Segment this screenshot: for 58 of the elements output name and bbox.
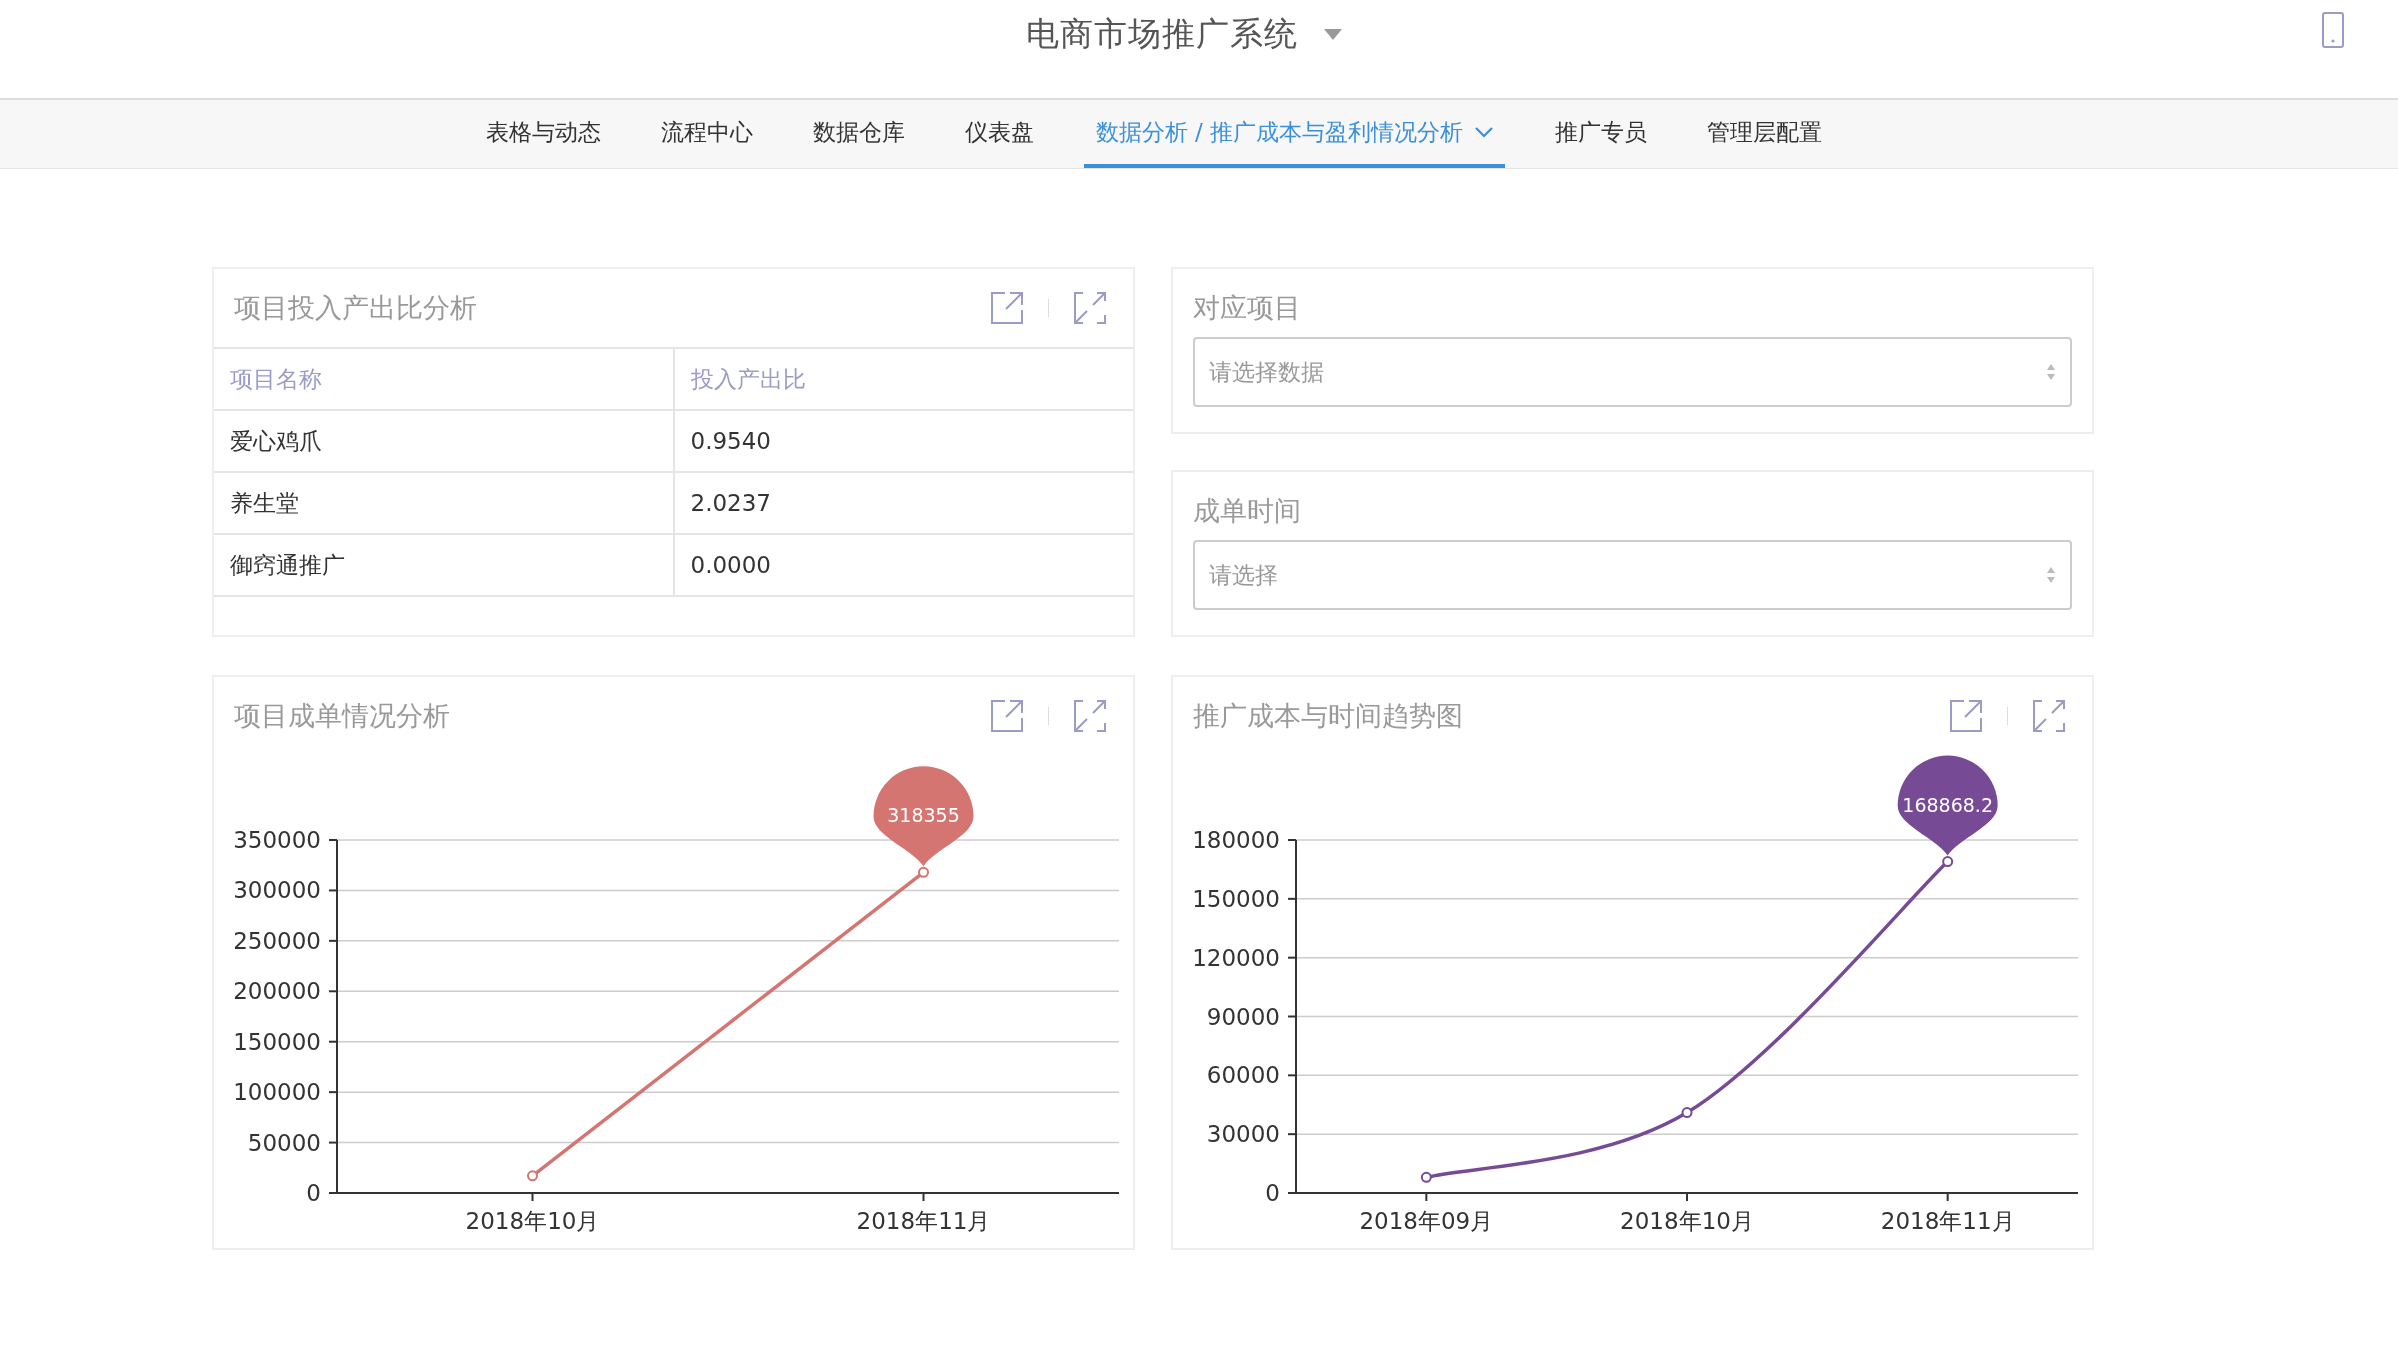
open-external-icon[interactable] xyxy=(1949,699,1983,733)
y-tick-label: 0 xyxy=(306,1180,321,1206)
y-tick-label: 250000 xyxy=(233,927,321,954)
x-tick-label: 2018年10月 xyxy=(1620,1208,1754,1234)
card-title: 项目成单情况分析 xyxy=(234,699,450,733)
y-tick-label: 100000 xyxy=(233,1079,321,1106)
y-tick-label: 50000 xyxy=(247,1129,321,1156)
y-tick-label: 60000 xyxy=(1206,1062,1280,1089)
data-point xyxy=(1942,856,1954,868)
y-tick-label: 30000 xyxy=(1206,1121,1280,1148)
data-point xyxy=(918,866,929,878)
open-external-icon[interactable] xyxy=(990,699,1024,733)
table-cell: 养生堂 xyxy=(214,472,674,534)
data-point xyxy=(1681,1107,1693,1119)
nav-tab[interactable]: 数据仓库 xyxy=(782,100,935,168)
y-tick-label: 150000 xyxy=(233,1028,321,1055)
nav-tab[interactable]: 管理层配置 xyxy=(1677,100,1853,168)
table-cell: 爱心鸡爪 xyxy=(214,410,674,472)
fullscreen-icon[interactable] xyxy=(2032,699,2066,733)
y-tick-label: 350000 xyxy=(233,827,321,853)
x-tick-label: 2018年11月 xyxy=(1880,1208,2015,1234)
y-tick-label: 180000 xyxy=(1192,827,1280,853)
sort-arrows-icon xyxy=(2046,362,2056,382)
y-tick-label: 300000 xyxy=(233,877,321,904)
data-point xyxy=(527,1170,538,1182)
card-title: 项目投入产出比分析 xyxy=(234,291,477,325)
table-cell: 0.9540 xyxy=(673,410,1133,472)
y-tick-label: 0 xyxy=(1265,1180,1280,1206)
x-tick-label: 2018年11月 xyxy=(856,1208,991,1234)
nav-tab[interactable]: 推广专员 xyxy=(1525,100,1678,168)
chevron-down-icon xyxy=(1475,126,1494,138)
caret-icon[interactable] xyxy=(1324,28,1342,40)
sort-arrows-icon xyxy=(2046,565,2056,585)
mobile-phone-icon[interactable] xyxy=(2322,12,2344,48)
value-label: 168868.2 xyxy=(1902,793,1993,816)
card-title: 推广成本与时间趋势图 xyxy=(1193,699,1463,733)
card-title: 对应项目 xyxy=(1193,291,1301,325)
y-tick-label: 200000 xyxy=(233,978,321,1005)
data-point xyxy=(1420,1171,1432,1183)
y-tick-label: 120000 xyxy=(1192,944,1280,971)
value-label: 318355 xyxy=(887,804,960,827)
fullscreen-icon[interactable] xyxy=(1073,291,1107,325)
y-tick-label: 150000 xyxy=(1192,885,1280,912)
card-title: 成单时间 xyxy=(1193,494,1301,528)
fullscreen-icon[interactable] xyxy=(1073,699,1107,733)
table-cell: 0.0000 xyxy=(673,534,1133,595)
open-external-icon[interactable] xyxy=(990,291,1024,325)
x-tick-label: 2018年09月 xyxy=(1359,1208,1494,1234)
nav-tab[interactable]: 表格与动态 xyxy=(455,100,631,168)
nav-tab[interactable]: 仪表盘 xyxy=(934,100,1064,168)
y-tick-label: 90000 xyxy=(1206,1003,1280,1030)
app-title: 电商市场推广系统 xyxy=(1026,12,1298,55)
table-cell: 御窍通推广 xyxy=(214,534,674,595)
column-header: 项目名称 xyxy=(214,348,674,410)
x-tick-label: 2018年10月 xyxy=(465,1208,600,1234)
column-header: 投入产出比 xyxy=(673,348,1133,410)
table-cell: 2.0237 xyxy=(673,472,1133,534)
nav-tab[interactable]: 流程中心 xyxy=(630,100,783,168)
